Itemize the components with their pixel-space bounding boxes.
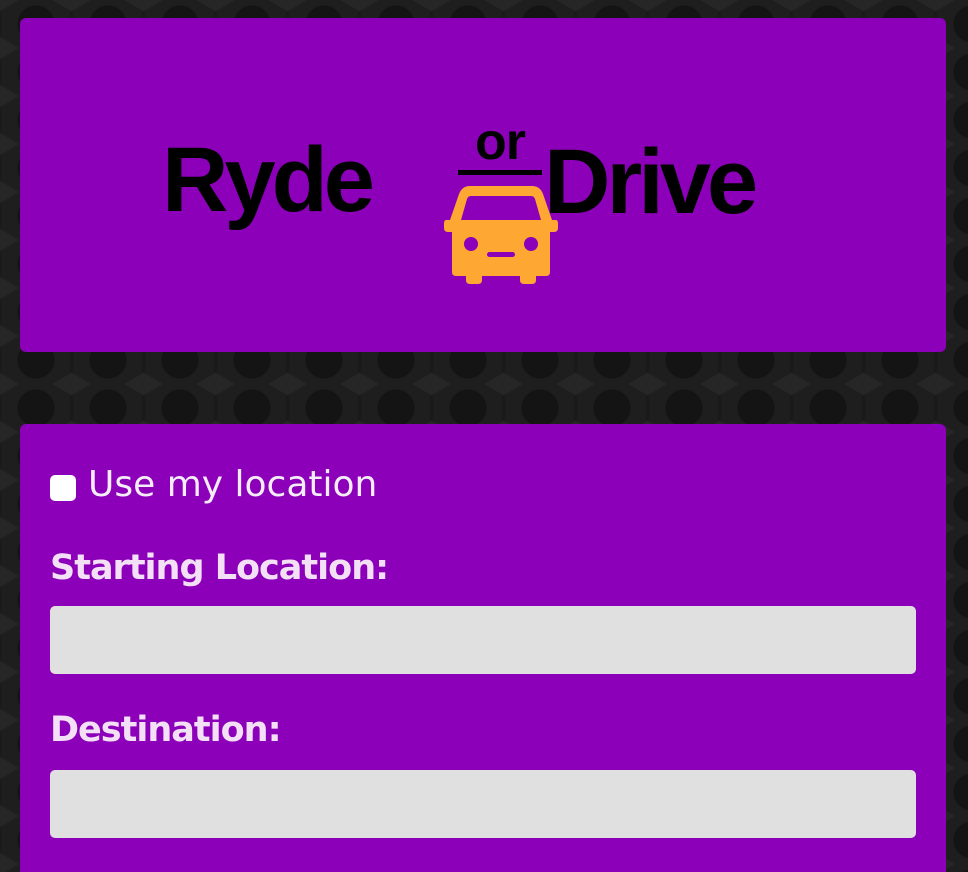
use-location-label: Use my location — [88, 463, 378, 505]
logo-banner: Ryde or Drive — [20, 18, 946, 352]
logo-divider — [458, 170, 542, 175]
use-location-checkbox[interactable] — [50, 475, 76, 501]
logo-word-or: or — [475, 113, 526, 171]
starting-location-input[interactable] — [50, 606, 916, 674]
starting-location-label: Starting Location: — [50, 548, 389, 588]
car-icon — [444, 186, 558, 284]
car-windshield — [461, 196, 541, 220]
car-left-headlight — [464, 237, 478, 251]
use-location-option[interactable]: Use my location — [50, 462, 377, 506]
destination-label: Destination: — [50, 710, 282, 750]
ryde-or-drive-logo: Ryde or Drive — [162, 113, 822, 284]
car-grille — [487, 252, 515, 257]
car-right-headlight — [524, 237, 538, 251]
destination-input[interactable] — [50, 770, 916, 838]
logo-word-drive: Drive — [544, 131, 758, 233]
route-form: Use my location Starting Location: Desti… — [20, 424, 946, 872]
logo-word-ryde: Ryde — [162, 129, 375, 231]
